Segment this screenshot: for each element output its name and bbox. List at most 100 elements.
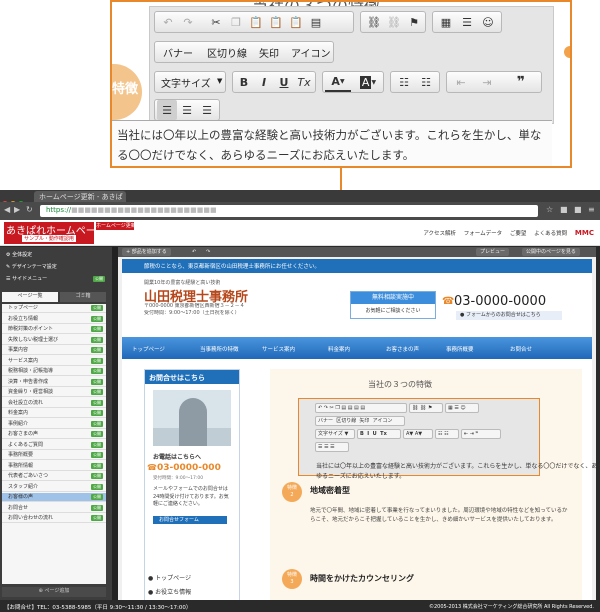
sidebar-page-item[interactable]: 事例紹介 公開 — [2, 420, 106, 429]
numbered-list-icon[interactable]: ☷ — [394, 72, 414, 92]
sidebar-page-item[interactable]: 代表者ごあいさつ 公開 — [2, 472, 106, 481]
paste-special-icon[interactable]: ▤ — [307, 12, 325, 32]
header-link-analytics[interactable]: アクセス解析 — [423, 231, 456, 237]
inline-editor-text[interactable]: 当社には〇年以上の豊富な経験と高い技術力がございます。これらを生かし、単なる〇〇… — [316, 462, 600, 484]
align-right-icon[interactable]: ☰ — [197, 100, 217, 120]
tab-page-list[interactable]: ページ一覧 — [2, 292, 58, 302]
mini-font-size-select[interactable]: 文字サイズ ▼ — [315, 429, 355, 439]
side-menu-item-info[interactable]: ● お役立ち情報 — [148, 587, 191, 596]
sidebar-row-side-menu[interactable]: ☰ サイドメニュー 公開 — [0, 275, 108, 284]
mini-toolbar-insert[interactable]: ▦ ☰ ☺ — [445, 403, 479, 413]
editor-text-area[interactable]: 当社には〇年以上の豊富な経験と高い技術力がございます。これらを生かし、単なる〇〇… — [112, 120, 552, 166]
mini-toolbar-list[interactable]: ☷ ☷ — [435, 429, 459, 439]
link-icon[interactable]: ⛓ — [365, 12, 383, 32]
sidebar-page-item[interactable]: サービス案内 公開 — [2, 357, 106, 366]
undo-icon[interactable]: ↶ — [159, 12, 177, 32]
table-icon[interactable]: ▦ — [437, 12, 455, 32]
reload-icon[interactable]: ↻ — [26, 205, 33, 214]
global-nav-item[interactable]: 事務所概要 — [446, 345, 474, 353]
header-link-form-data[interactable]: フォームデータ — [464, 231, 502, 237]
smiley-icon[interactable]: ☺ — [479, 12, 497, 32]
sidebar-page-item[interactable]: 資金繰り・経営相談 公開 — [2, 388, 106, 397]
background-color-button[interactable]: A ▼ — [355, 72, 381, 92]
align-center-icon[interactable]: ☰ — [177, 100, 197, 120]
arrow-button[interactable]: 矢印 — [259, 45, 279, 60]
font-size-select[interactable]: 文字サイズ ▼ — [154, 71, 226, 93]
mini-toolbar-format[interactable]: B I U Tx — [357, 429, 401, 439]
add-section-button[interactable]: + 部品を追加する — [122, 248, 171, 256]
add-page-button[interactable]: ⊕ ページ追加 — [2, 587, 106, 597]
bookmark-star-icon[interactable]: ☆ — [546, 205, 553, 214]
text-color-button[interactable]: A ▼ — [325, 72, 351, 92]
side-menu-item-top[interactable]: ● トップページ — [148, 573, 191, 582]
address-bar[interactable]: https://■■■■■■■■■■■■■■■■■■■■■■ — [40, 205, 538, 217]
browser-tab[interactable]: ホームページ更新 - あきぱ — [34, 191, 126, 202]
mini-toolbar-parts[interactable]: バナー 区切り線 矢印 アイコン — [315, 416, 405, 426]
forward-icon[interactable]: ▶ — [14, 205, 20, 214]
sidebar-page-item[interactable]: トップページ 公開 — [2, 304, 106, 313]
back-icon[interactable]: ◀ — [4, 205, 10, 214]
mini-toolbar-edit[interactable]: ↶ ↷ ✂ ❐ ▤ ▤ ▤ ▤ — [315, 403, 407, 413]
paste-word-icon[interactable]: 📋 — [287, 12, 305, 32]
paste-icon[interactable]: 📋 — [247, 12, 265, 32]
global-nav-item[interactable]: お客さまの声 — [386, 345, 419, 353]
form-contact-link[interactable]: ● フォームからのお問合せはこちら — [456, 311, 562, 320]
mini-toolbar-link[interactable]: ⛓ ⛓ ⚑ — [409, 403, 443, 413]
banner-button[interactable]: バナー — [163, 45, 193, 60]
sidebar-page-item[interactable]: 決算・申告書作成 公開 — [2, 378, 106, 387]
mini-toolbar-align[interactable]: ☰ ☰ ☰ — [315, 442, 349, 452]
sidebar-page-item[interactable]: お役立ち情報 公開 — [2, 315, 106, 324]
global-nav-item[interactable]: 当事務所の特徴 — [200, 345, 239, 353]
sidebar-page-item[interactable]: 税務相談・記帳指導 公開 — [2, 367, 106, 376]
sidebar-row-design-theme[interactable]: ✎ デザインテーマ設定 — [0, 263, 108, 272]
extension-icon[interactable]: ■ — [560, 205, 568, 214]
icon-button[interactable]: アイコン — [291, 45, 331, 60]
blockquote-button[interactable]: ❞ — [509, 72, 533, 92]
unlink-icon[interactable]: ⛓ — [385, 12, 403, 32]
sidebar-row-global-settings[interactable]: ⚙ 全体設定 — [0, 251, 108, 260]
sidebar-page-item[interactable]: 会社設立の流れ 公開 — [2, 399, 106, 408]
paste-text-icon[interactable]: 📋 — [267, 12, 285, 32]
free-consult-box[interactable]: 無料相談実施中 お気軽にご相談ください — [350, 291, 436, 319]
undo-icon[interactable]: ↶ — [188, 248, 200, 256]
sidebar-page-item[interactable]: スタッフ紹介 公開 — [2, 483, 106, 492]
header-link-faq[interactable]: よくある質問 — [534, 231, 567, 237]
redo-icon[interactable]: ↷ — [202, 248, 214, 256]
mini-toolbar-color[interactable]: A▼ A▼ — [403, 429, 433, 439]
cut-icon[interactable]: ✂ — [207, 12, 225, 32]
sidebar-page-item[interactable]: お客さまの声 公開 — [2, 430, 106, 439]
menu-icon[interactable]: ≡ — [588, 205, 595, 214]
tab-trash[interactable]: ゴミ箱 — [60, 292, 106, 302]
sidebar-page-item[interactable]: 事務所情報 公開 — [2, 462, 106, 471]
preview-button[interactable]: プレビュー — [476, 248, 510, 256]
sidebar-page-item[interactable]: お問合せ 公開 — [2, 504, 106, 513]
extension-icon-2[interactable]: ■ — [574, 205, 582, 214]
italic-button[interactable]: I — [255, 72, 273, 92]
divider-button[interactable]: 区切り線 — [207, 45, 247, 60]
sidebar-page-item[interactable]: 事務所概要 公開 — [2, 451, 106, 460]
underline-button[interactable]: U — [275, 72, 293, 92]
sidebar-page-item[interactable]: 料金案内 公開 — [2, 409, 106, 418]
sidebar-page-item[interactable]: 失敗しない税理士選び 公開 — [2, 336, 106, 345]
sidebar-page-item[interactable]: お問い合わせの流れ 公開 — [2, 514, 106, 523]
sidebar-page-item[interactable]: お客様の声 公開 — [2, 493, 106, 502]
global-nav-item[interactable]: 料金案内 — [328, 345, 350, 353]
anchor-flag-icon[interactable]: ⚑ — [405, 12, 423, 32]
bold-button[interactable]: B — [235, 72, 253, 92]
indent-icon[interactable]: ⇥ — [477, 72, 497, 92]
sidebar-page-item[interactable]: よくあるご質問 公開 — [2, 441, 106, 450]
outdent-icon[interactable]: ⇤ — [451, 72, 471, 92]
view-published-button[interactable]: 公開中のページを見る — [522, 248, 580, 256]
global-nav-item[interactable]: サービス案内 — [262, 345, 295, 353]
sidebar-page-item[interactable]: 節税対策のポイント 公開 — [2, 325, 106, 334]
mini-toolbar-indent[interactable]: ⇤ ⇥ ❞ — [461, 429, 501, 439]
align-left-icon[interactable]: ☰ — [157, 100, 177, 120]
bullet-list-icon[interactable]: ☷ — [416, 72, 436, 92]
redo-icon[interactable]: ↷ — [179, 12, 197, 32]
horizontal-rule-icon[interactable]: ☰ — [458, 12, 476, 32]
global-nav-item[interactable]: お問合せ — [510, 345, 532, 353]
contact-form-button[interactable]: お問合せフォーム — [153, 516, 227, 524]
copy-icon[interactable]: ❐ — [227, 12, 245, 32]
clear-format-button[interactable]: Tx — [295, 72, 313, 92]
sidebar-page-item[interactable]: 事業内容 公開 — [2, 346, 106, 355]
